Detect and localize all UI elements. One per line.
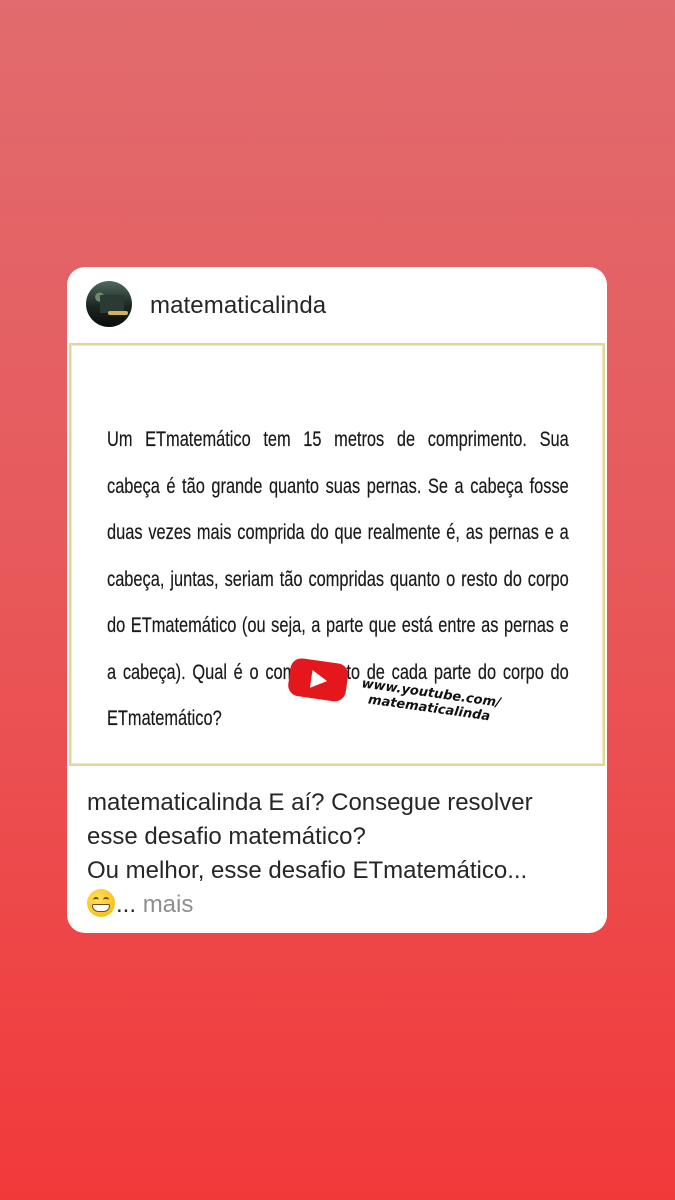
post-caption: matematicalinda E aí? Consegue resolver …: [87, 786, 587, 922]
caption-ellipsis: ...: [116, 891, 137, 918]
emoji-teeth: [92, 904, 110, 912]
more-link[interactable]: mais: [143, 891, 194, 918]
post-username[interactable]: matematicalinda: [150, 292, 326, 320]
caption-username[interactable]: matematicalinda: [87, 789, 262, 816]
caption-text-line2: Ou melhor, esse desafio ETmatemático...: [87, 857, 528, 884]
youtube-logo: [286, 657, 352, 705]
avatar-light-shape: [108, 311, 128, 315]
emoji-eye-left: [93, 897, 99, 903]
grinning-emoji-icon: [87, 889, 115, 917]
emoji-eye-right: [103, 897, 109, 903]
avatar[interactable]: [86, 281, 132, 327]
play-icon: [309, 669, 329, 691]
post-card: matematicalinda Um ETmatemático tem 15 m…: [67, 267, 607, 933]
post-header: matematicalinda: [67, 267, 607, 343]
youtube-icon: [286, 657, 350, 703]
post-image[interactable]: Um ETmatemático tem 15 metros de comprim…: [69, 343, 605, 766]
